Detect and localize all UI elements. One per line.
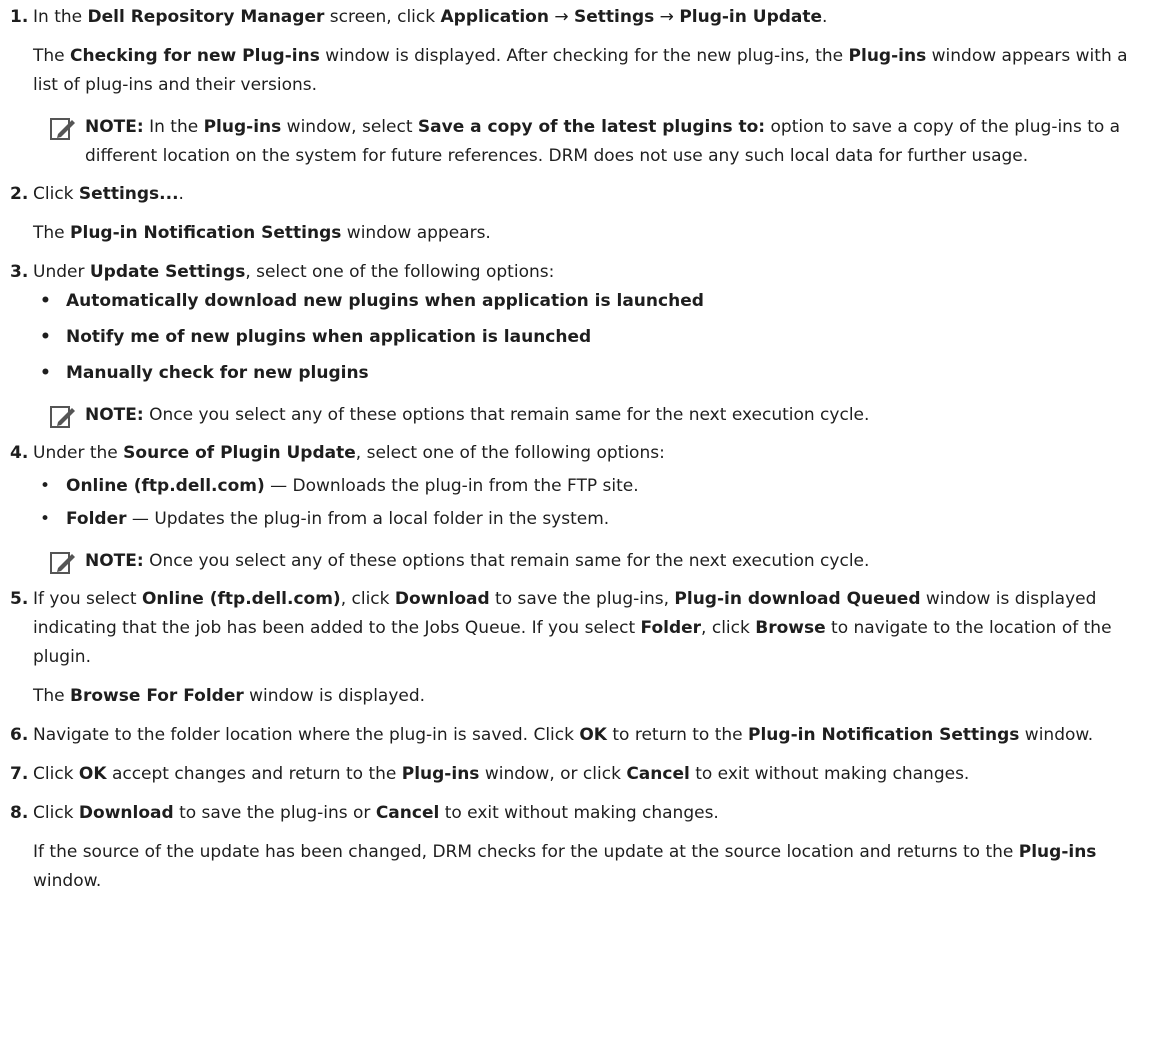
step-result: The Checking for new Plug-ins window is …	[33, 46, 1128, 95]
step-2: 2. Click Settings.... The Plug-in Notifi…	[0, 180, 1164, 248]
step-6: 6. Navigate to the folder location where…	[0, 721, 1164, 750]
step-number: 5.	[10, 589, 29, 609]
list-item: • Automatically download new plugins when…	[40, 291, 704, 311]
note-pencil-icon	[50, 118, 75, 140]
step-5: 5. If you select Online (ftp.dell.com), …	[0, 585, 1164, 711]
step-instruction: Under the Source of Plugin Update, selec…	[33, 443, 665, 463]
step-8: 8. Click Download to save the plug-ins o…	[0, 799, 1164, 896]
step-3: 3. Under Update Settings, select one of …	[0, 258, 1164, 388]
note-pencil-icon	[50, 552, 75, 574]
step-7: 7. Click OK accept changes and return to…	[0, 760, 1164, 789]
list-item: • Folder — Updates the plug-in from a loc…	[40, 509, 610, 529]
step-result: The Browse For Folder window is displaye…	[33, 686, 426, 706]
step-1: 1. In the Dell Repository Manager screen…	[0, 3, 1164, 100]
step-result: If the source of the update has been cha…	[33, 842, 1097, 891]
step-number: 3.	[10, 262, 29, 282]
step-number: 1.	[10, 7, 29, 27]
step-number: 6.	[10, 725, 29, 745]
list-item: • Manually check for new plugins	[40, 363, 369, 383]
note: NOTE: Once you select any of these optio…	[0, 401, 1164, 430]
step-number: 4.	[10, 443, 29, 463]
step-number: 2.	[10, 184, 29, 204]
note: NOTE: Once you select any of these optio…	[0, 547, 1164, 576]
document-body: 1. In the Dell Repository Manager screen…	[0, 0, 1164, 896]
step-instruction: Under Update Settings, select one of the…	[33, 262, 555, 282]
source-option-list: • Online (ftp.dell.com) — Downloads the p…	[33, 472, 1156, 534]
step-instruction: Click OK accept changes and return to th…	[33, 764, 970, 784]
step-instruction: In the Dell Repository Manager screen, c…	[33, 7, 828, 27]
list-item: • Online (ftp.dell.com) — Downloads the p…	[40, 476, 639, 496]
step-instruction: Navigate to the folder location where th…	[33, 725, 1094, 745]
option-list: • Automatically download new plugins when…	[33, 287, 1156, 388]
step-number: 8.	[10, 803, 29, 823]
step-instruction: If you select Online (ftp.dell.com), cli…	[33, 589, 1112, 667]
step-instruction: Click Download to save the plug-ins or C…	[33, 803, 719, 823]
step-number: 7.	[10, 764, 29, 784]
list-item: • Notify me of new plugins when applicati…	[40, 327, 592, 347]
step-4: 4. Under the Source of Plugin Update, se…	[0, 439, 1164, 534]
step-instruction: Click Settings....	[33, 184, 184, 204]
note: NOTE: In the Plug-ins window, select Sav…	[0, 113, 1164, 171]
note-pencil-icon	[50, 406, 75, 428]
step-result: The Plug-in Notification Settings window…	[33, 223, 491, 243]
